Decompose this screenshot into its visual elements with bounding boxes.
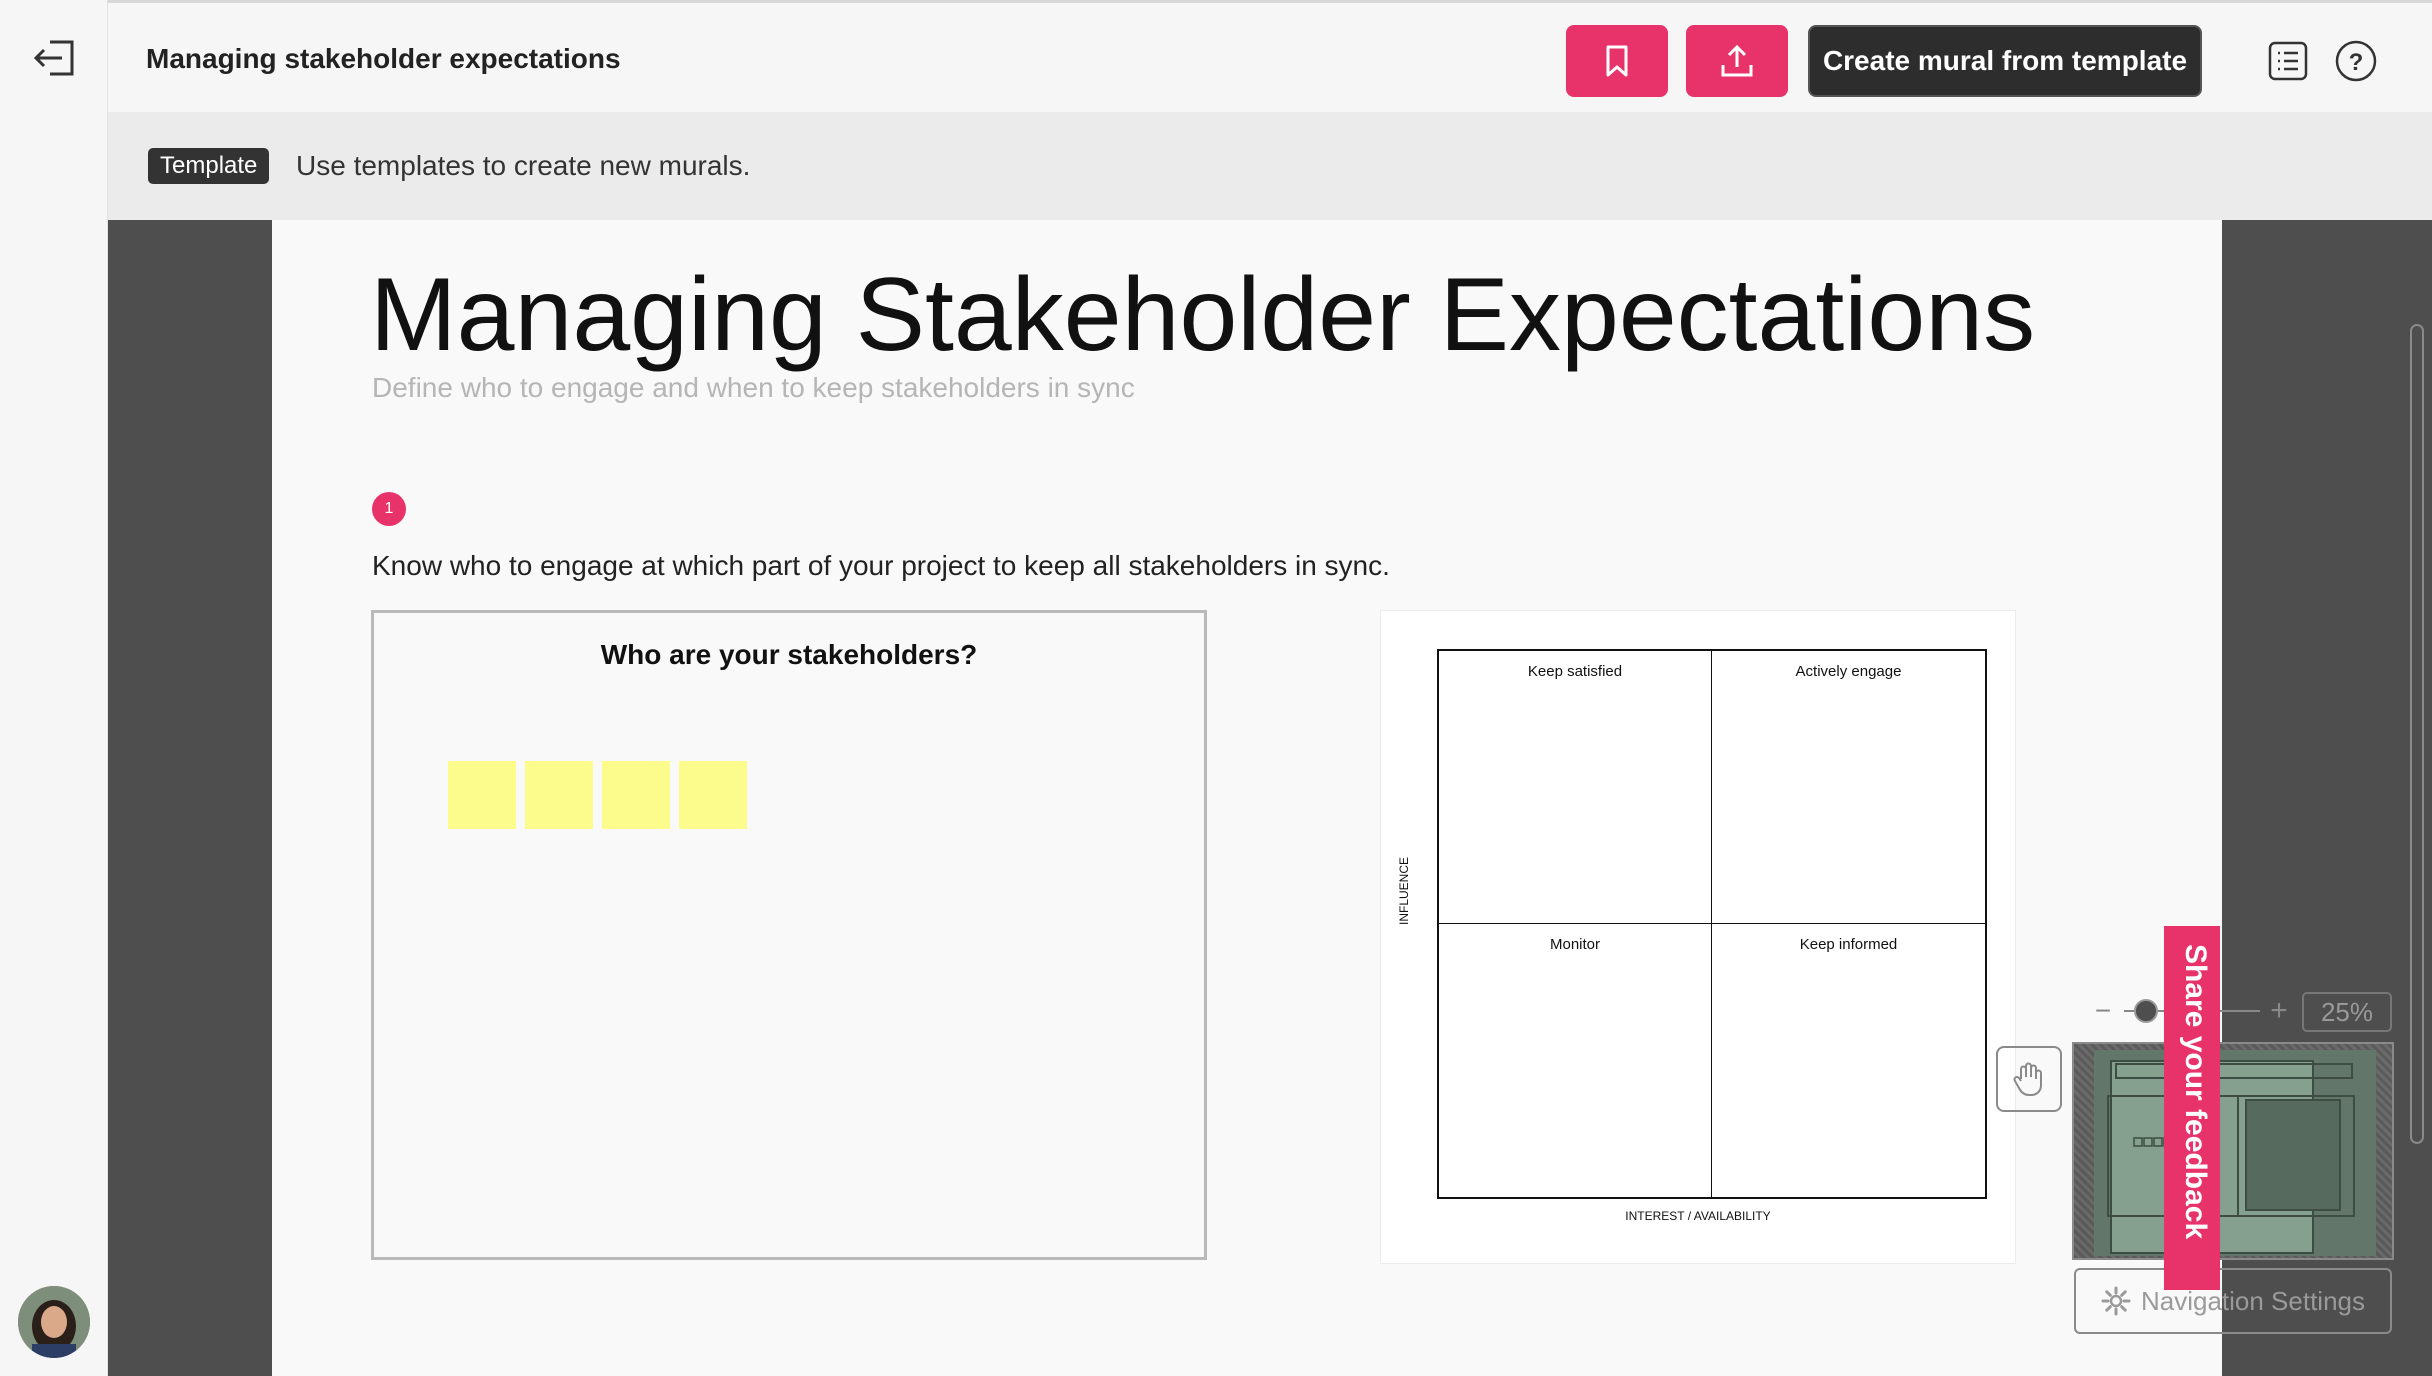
template-info-bar: Template Use templates to create new mur… — [108, 112, 2432, 220]
zoom-level-display[interactable]: 25% — [2302, 992, 2392, 1032]
document-title: Managing stakeholder expectations — [146, 43, 621, 74]
navigation-settings-label: Navigation Settings — [2140, 1285, 2366, 1316]
stakeholders-area[interactable]: Who are your stakeholders? — [371, 610, 1207, 1260]
quadrant-keep-satisfied: Keep satisfied — [1439, 651, 1712, 924]
share-button[interactable] — [1686, 25, 1788, 97]
sticky-note[interactable] — [602, 761, 670, 829]
exit-button[interactable] — [28, 34, 80, 82]
board-title: Managing Stakeholder Expectations — [370, 257, 2036, 373]
pan-tool-button[interactable] — [1996, 1046, 2062, 1112]
sticky-note[interactable] — [525, 761, 593, 829]
mural-canvas[interactable]: Managing Stakeholder Expectations Define… — [108, 220, 2432, 1376]
matrix-y-axis-label: INFLUENCE — [1397, 856, 1411, 925]
quadrant-keep-informed: Keep informed — [1799, 936, 1898, 953]
quadrant-monitor: Monitor — [1439, 924, 1712, 1197]
minimap-content — [2094, 1050, 2376, 1256]
share-feedback-tab[interactable]: Share your feedback — [2164, 926, 2220, 1290]
zoom-slider-handle[interactable] — [2134, 999, 2158, 1023]
zoom-in-button[interactable]: + — [2264, 996, 2294, 1026]
top-bar: Managing stakeholder expectations Create… — [108, 0, 2432, 112]
create-mural-button[interactable]: Create mural from template — [1808, 25, 2202, 97]
matrix-x-axis-label: INTEREST / AVAILABILITY — [1625, 1209, 1771, 1223]
help-icon: ? — [2335, 40, 2377, 82]
quadrant-actively-engage: Actively engage — [1712, 651, 1985, 924]
user-avatar[interactable] — [18, 1286, 90, 1358]
exit-icon — [33, 40, 74, 76]
step-number-badge: 1 — [372, 492, 406, 526]
sticky-note[interactable] — [679, 761, 747, 829]
outline-list-icon — [2268, 41, 2308, 81]
matrix-grid: Keep satisfied Actively engage Monitor K… — [1437, 649, 1987, 1199]
left-rail — [0, 0, 108, 1376]
template-board: Managing Stakeholder Expectations Define… — [272, 220, 2222, 1376]
stakeholder-matrix[interactable]: INFLUENCE Keep satisfied Actively engage… — [1380, 610, 2016, 1264]
sticky-note[interactable] — [448, 761, 516, 829]
share-feedback-label: Share your feedback — [2179, 944, 2212, 1240]
board-subtitle: Define who to engage and when to keep st… — [372, 372, 1135, 403]
step-instruction: Know who to engage at which part of your… — [372, 550, 1390, 581]
outline-button[interactable] — [2264, 37, 2312, 85]
bookmark-button[interactable] — [1566, 25, 1668, 97]
svg-text:?: ? — [2349, 49, 2364, 76]
bookmark-icon — [1606, 45, 1628, 77]
navigation-settings-button[interactable]: Navigation Settings — [2074, 1268, 2392, 1334]
zoom-out-button[interactable]: − — [2088, 996, 2118, 1026]
hand-icon — [2013, 1062, 2042, 1096]
minimap[interactable] — [2072, 1042, 2394, 1260]
template-badge: Template — [148, 148, 270, 184]
upload-icon — [1721, 44, 1753, 77]
stakeholders-title: Who are your stakeholders? — [600, 639, 978, 670]
help-button[interactable]: ? — [2332, 37, 2380, 85]
template-info-text: Use templates to create new murals. — [296, 150, 751, 181]
gear-icon — [2101, 1286, 2131, 1316]
vertical-scrollbar[interactable] — [2410, 324, 2424, 1144]
